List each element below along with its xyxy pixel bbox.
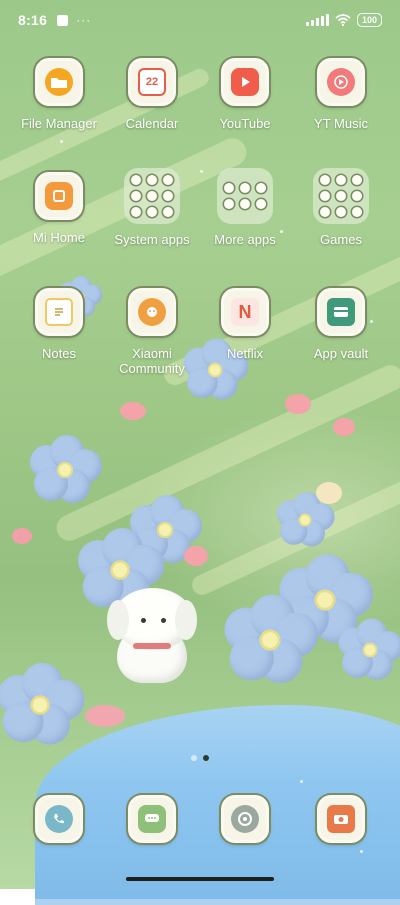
battery-indicator: 100 <box>356 13 382 27</box>
home-gesture-bar[interactable] <box>126 877 274 881</box>
status-bar: 8:16 ··· 100 <box>0 0 400 40</box>
app-label: Notes <box>42 346 76 361</box>
netflix-icon: N <box>231 298 259 326</box>
app-mi-home[interactable]: Mi Home <box>14 172 104 245</box>
app-label: Calendar <box>125 116 179 131</box>
browser-icon <box>231 805 259 833</box>
app-label: App vault <box>313 346 369 361</box>
app-file-manager[interactable]: File Manager <box>14 58 104 131</box>
dock-camera[interactable] <box>296 795 386 843</box>
folder-grid-icon <box>313 168 369 224</box>
app-yt-music[interactable]: YT Music <box>296 58 386 131</box>
app-vault-icon <box>327 298 355 326</box>
more-notifications-icon: ··· <box>76 13 92 27</box>
app-netflix[interactable]: N Netflix <box>200 288 290 361</box>
app-label: Mi Home <box>32 230 85 245</box>
app-label: YouTube <box>219 116 271 131</box>
page-dot[interactable] <box>191 755 197 761</box>
app-xiaomi-community[interactable]: Xiaomi Community <box>107 288 197 376</box>
wifi-icon <box>335 14 351 26</box>
folder-system-apps[interactable]: System apps <box>107 168 197 247</box>
app-youtube[interactable]: YouTube <box>200 58 290 131</box>
clock: 8:16 <box>18 12 48 28</box>
music-play-icon <box>327 68 355 96</box>
folder-grid-icon <box>217 168 273 224</box>
folder-grid-icon <box>124 168 180 224</box>
app-calendar[interactable]: 22 Calendar <box>107 58 197 131</box>
dock-browser[interactable] <box>200 795 290 843</box>
app-label: More apps <box>214 232 276 247</box>
folder-icon <box>45 68 73 96</box>
app-label: Netflix <box>226 346 264 361</box>
calendar-icon: 22 <box>138 68 166 96</box>
signal-icon <box>305 14 329 26</box>
page-dot-active[interactable] <box>203 755 209 761</box>
messages-icon <box>138 805 166 833</box>
play-icon <box>231 68 259 96</box>
puppy-illustration <box>105 588 197 688</box>
folder-games[interactable]: Games <box>296 168 386 247</box>
app-vault[interactable]: App vault <box>296 288 386 361</box>
folder-more-apps[interactable]: More apps <box>200 168 290 247</box>
app-label: Xiaomi Community <box>119 346 185 376</box>
notification-icon <box>57 14 69 26</box>
app-label: YT Music <box>314 116 368 131</box>
dock-messages[interactable] <box>107 795 197 843</box>
community-icon <box>138 298 166 326</box>
app-label: File Manager <box>21 116 97 131</box>
dock-phone[interactable] <box>14 795 104 843</box>
app-label: Games <box>320 232 362 247</box>
page-indicator[interactable] <box>191 755 209 761</box>
app-notes[interactable]: Notes <box>14 288 104 361</box>
notes-icon <box>45 298 73 326</box>
mi-home-icon <box>45 182 73 210</box>
app-label: System apps <box>114 232 190 247</box>
camera-icon <box>327 805 355 833</box>
phone-icon <box>45 805 73 833</box>
